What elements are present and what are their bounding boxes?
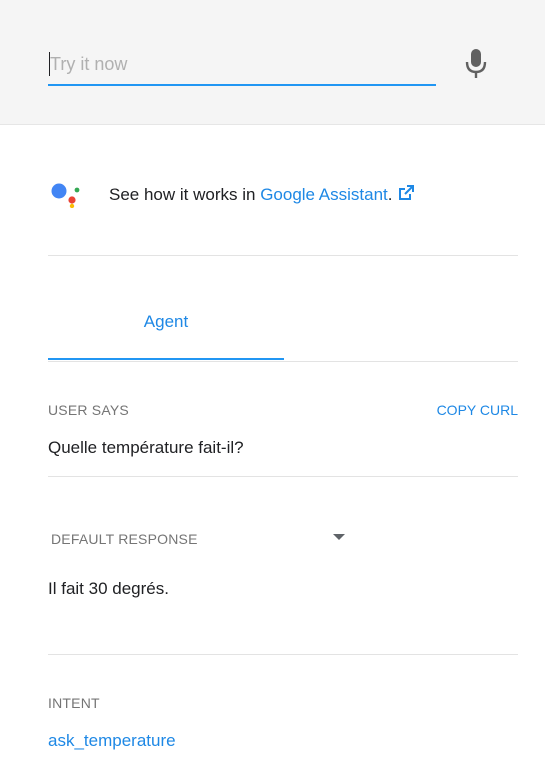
user-says-value: Quelle température fait-il?	[48, 438, 244, 457]
intent-label: INTENT	[48, 695, 100, 711]
try-it-now-input[interactable]	[48, 50, 430, 78]
copy-curl-button[interactable]: COPY CURL	[400, 402, 518, 418]
tab-agent-label: Agent	[143, 312, 189, 331]
try-it-now-field[interactable]	[48, 44, 436, 86]
test-console-header	[0, 0, 545, 125]
assistant-suffix: .	[387, 185, 393, 204]
intent-link[interactable]: ask_temperature	[48, 731, 176, 751]
default-response-label: DEFAULT RESPONSE	[51, 531, 198, 547]
tabs-divider	[48, 361, 518, 362]
tab-active-indicator	[48, 358, 284, 360]
divider	[48, 255, 518, 256]
divider	[48, 476, 518, 477]
google-assistant-icon	[51, 182, 85, 209]
assistant-promo: See how it works in Google Assistant.	[48, 176, 518, 212]
tab-agent[interactable]: Agent	[48, 298, 284, 360]
divider	[48, 654, 518, 655]
microphone-icon[interactable]	[462, 47, 490, 81]
text-cursor	[49, 52, 50, 76]
google-assistant-link[interactable]: Google Assistant	[260, 185, 388, 204]
assistant-prefix: See how it works in	[109, 185, 261, 204]
user-says-label: USER SAYS	[48, 402, 129, 418]
default-response-value: Il fait 30 degrés.	[48, 579, 169, 598]
assistant-promo-text: See how it works in Google Assistant.	[109, 184, 415, 205]
external-link-icon[interactable]	[397, 184, 415, 202]
response-dropdown-caret-icon[interactable]	[333, 534, 345, 540]
